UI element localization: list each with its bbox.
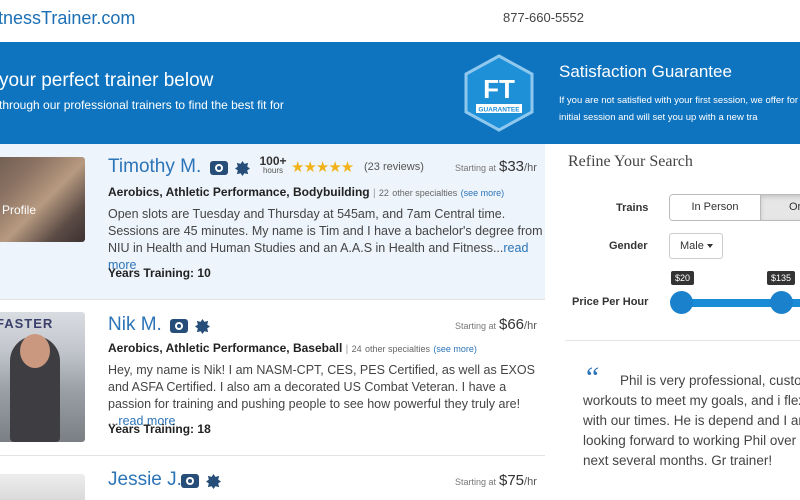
price-value: $75/hr (499, 472, 537, 489)
banner-subtitle: through our professional trainers to fin… (0, 98, 284, 112)
price-amount: $75 (499, 472, 525, 489)
trains-online-option[interactable]: Or (761, 195, 800, 220)
camera-icon[interactable] (170, 319, 188, 333)
rating-stars: ★★★★★ (291, 159, 354, 176)
trainer-name[interactable]: Jessie J. (108, 469, 182, 491)
see-more-link[interactable]: (see more) (433, 344, 477, 354)
testimonial: “ Phil is very professional, custo the w… (565, 340, 800, 500)
guarantee-badge-icon: FT GUARANTEE (464, 54, 534, 132)
price-label: Starting at (455, 163, 497, 173)
trainer-bio: Hey, my name is Nik! I am NASM-CPT, CES,… (108, 362, 544, 430)
guarantee-text: If you are not satisfied with your first… (559, 95, 800, 123)
review-count[interactable]: (23 reviews) (364, 161, 424, 173)
verified-seal-icon (195, 319, 210, 334)
price-amount: $66 (499, 316, 525, 333)
price-value: $33/hr (499, 158, 537, 175)
price-max-handle[interactable] (770, 291, 793, 314)
testimonial-text: Phil is very professional, custo the wor… (583, 373, 800, 468)
trainer-photo[interactable]: Profile (0, 157, 85, 242)
specialties-list: Aerobics, Athletic Performance, Baseball (108, 341, 343, 355)
years-label: Years Training: (108, 266, 195, 280)
years-label: Years Training: (108, 422, 195, 436)
trainer-photo[interactable] (0, 474, 85, 500)
hours-badge: 100+ hours (258, 155, 288, 175)
price-label: Starting at (455, 321, 497, 331)
price-min-tooltip: $20 (671, 271, 695, 285)
trainer-face (20, 334, 50, 368)
price-unit: /hr (524, 476, 537, 488)
hours-unit: hours (262, 166, 283, 175)
phone-number[interactable]: 877-660-5552 (503, 10, 584, 25)
price-max-tooltip: $135 (767, 271, 796, 285)
trainer-list: Profile Timothy M. 100+ hours ★★★★★ (23 … (0, 144, 545, 500)
years-value: 10 (197, 266, 211, 280)
trainer-card[interactable]: Jessie J. Starting at $75/hr (0, 456, 545, 500)
years-training: Years Training: 18 (108, 422, 211, 436)
gender-label: Gender (609, 240, 648, 252)
svg-text:FT: FT (483, 74, 515, 104)
caret-down-icon (706, 244, 713, 249)
price-per-hour-label: Price Per Hour (572, 296, 649, 308)
gender-select[interactable]: Male (669, 233, 723, 259)
trainer-card[interactable]: FASTER Nik M. Starting at $66/hr Aerobic… (0, 300, 545, 456)
bio-text: Open slots are Tuesday and Thursday at 5… (108, 207, 543, 255)
profile-label: Profile (2, 203, 37, 217)
verified-seal-icon (235, 161, 250, 176)
price-min-handle[interactable] (670, 291, 693, 314)
trainer-photo[interactable]: FASTER (0, 312, 85, 442)
svg-text:GUARANTEE: GUARANTEE (478, 107, 520, 114)
other-specialties-text: other specialties (392, 188, 458, 198)
trains-toggle: In Person Or (669, 194, 800, 221)
photo-banner-text: FASTER (0, 316, 54, 331)
hero-banner: your perfect trainer below through our p… (0, 42, 800, 144)
divider: | (372, 188, 376, 199)
refine-title: Refine Your Search (568, 153, 693, 170)
camera-icon[interactable] (181, 474, 199, 488)
camera-icon[interactable] (210, 161, 228, 175)
other-specialties-text: other specialties (364, 344, 431, 354)
verified-seal-icon (206, 474, 221, 489)
trainer-bio: Open slots are Tuesday and Thursday at 5… (108, 206, 544, 274)
other-count: 24 (351, 344, 362, 354)
specialties: Aerobics, Athletic Performance, Baseball… (108, 341, 477, 355)
trains-in-person-option[interactable]: In Person (670, 195, 761, 220)
trainer-name[interactable]: Timothy M. (108, 156, 201, 178)
refine-search-panel: Refine Your Search Trains In Person Or G… (555, 144, 800, 334)
specialties-list: Aerobics, Athletic Performance, Bodybuil… (108, 185, 370, 199)
price-unit: /hr (524, 162, 537, 174)
trainer-name[interactable]: Nik M. (108, 314, 162, 336)
years-value: 18 (197, 422, 211, 436)
price-label: Starting at (455, 477, 497, 487)
top-bar: tnessTrainer.com 877-660-5552 (0, 0, 800, 42)
other-count: 22 (378, 188, 389, 198)
price-value: $66/hr (499, 316, 537, 333)
specialties: Aerobics, Athletic Performance, Bodybuil… (108, 185, 504, 199)
gender-value: Male (680, 240, 704, 252)
trainer-card[interactable]: Profile Timothy M. 100+ hours ★★★★★ (23 … (0, 144, 545, 300)
guarantee-title: Satisfaction Guarantee (559, 62, 732, 81)
price-unit: /hr (524, 320, 537, 332)
banner-title: your perfect trainer below (0, 70, 214, 91)
trains-label: Trains (616, 202, 649, 214)
price-amount: $33 (499, 158, 525, 175)
site-logo[interactable]: tnessTrainer.com (0, 8, 135, 29)
years-training: Years Training: 10 (108, 266, 211, 280)
divider: | (345, 344, 349, 355)
see-more-link[interactable]: (see more) (461, 188, 505, 198)
